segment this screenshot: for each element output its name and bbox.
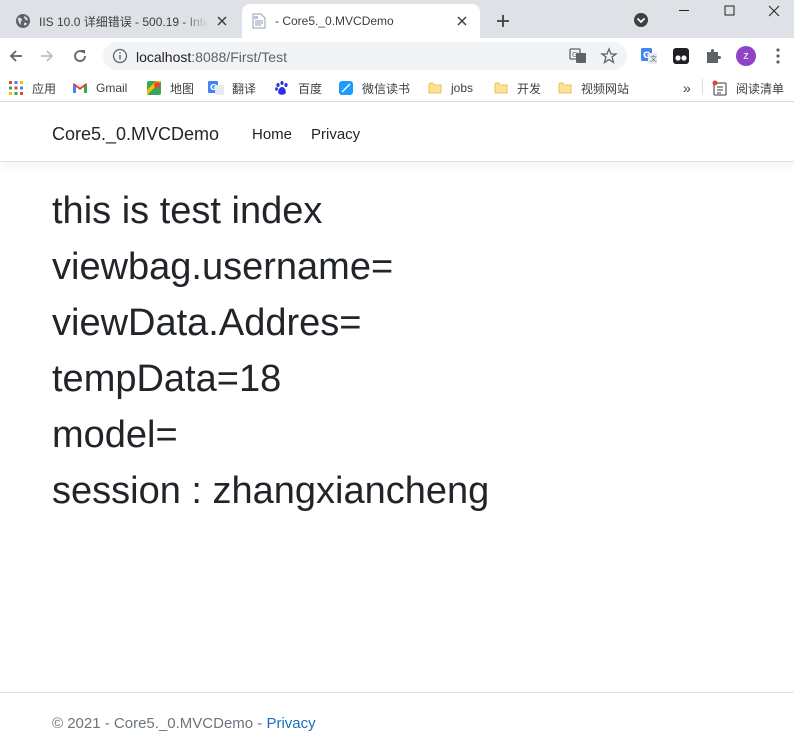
- new-tab-button[interactable]: [492, 10, 514, 32]
- bookmarks-bar: 应用 Gmail 地图 G 翻译 百度 微信读书 jobs 开发 视频网站 » …: [0, 74, 794, 102]
- extensions-puzzle-icon[interactable]: [703, 46, 723, 66]
- reading-list-button[interactable]: 阅读清单: [712, 79, 784, 97]
- more-menu-icon[interactable]: [768, 46, 788, 66]
- close-icon[interactable]: [214, 13, 230, 29]
- bookmark-label: 开发: [517, 81, 542, 96]
- bookmark-label: 微信读书: [362, 81, 411, 96]
- nav-home-link[interactable]: Home: [252, 126, 292, 143]
- footer-copyright: © 2021 - Core5._0.MVCDemo -: [52, 715, 267, 732]
- browser-toolbar: localhost:8088/First/Test G G文 z: [0, 38, 794, 74]
- google-translate-extension-icon[interactable]: G文: [639, 46, 659, 66]
- tab-search-icon[interactable]: [632, 11, 650, 29]
- globe-icon: [15, 13, 31, 29]
- svg-text:文: 文: [650, 54, 657, 63]
- reading-list-icon: [712, 80, 728, 96]
- tab-title: IIS 10.0 详细错误 - 500.19 - Internet Inform…: [39, 14, 208, 29]
- nav-privacy-link[interactable]: Privacy: [311, 126, 360, 143]
- url-host: localhost: [136, 49, 192, 65]
- star-icon[interactable]: [600, 47, 618, 65]
- page-icon: [251, 13, 267, 29]
- profile-avatar[interactable]: z: [736, 46, 756, 66]
- url-text[interactable]: localhost:8088/First/Test: [136, 49, 287, 65]
- bookmark-video-sites[interactable]: 视频网站: [557, 79, 629, 97]
- svg-text:G: G: [572, 51, 577, 59]
- bookmark-baidu[interactable]: 百度: [274, 79, 322, 97]
- heading-viewbag-username: viewbag.username=: [52, 246, 394, 288]
- apps-grid-icon: [8, 80, 24, 96]
- reading-list-label: 阅读清单: [736, 81, 785, 96]
- heading-model: model=: [52, 414, 178, 456]
- bookmark-label: 百度: [298, 81, 323, 96]
- bookmark-dev[interactable]: 开发: [493, 79, 541, 97]
- forward-button[interactable]: [35, 44, 59, 68]
- heading-tempdata: tempData=18: [52, 358, 282, 400]
- address-bar[interactable]: localhost:8088/First/Test G: [103, 42, 627, 70]
- tab-core5-demo[interactable]: - Core5._0.MVCDemo: [242, 4, 480, 38]
- back-button[interactable]: [4, 44, 28, 68]
- gmail-icon: [72, 80, 88, 96]
- bookmark-maps[interactable]: 地图: [146, 79, 194, 97]
- site-brand-link[interactable]: Core5._0.MVCDemo: [52, 124, 219, 145]
- bookmark-label: 地图: [170, 81, 195, 96]
- bookmark-weread[interactable]: 微信读书: [338, 79, 410, 97]
- footer-privacy-link[interactable]: Privacy: [266, 715, 315, 732]
- site-navbar: Core5._0.MVCDemo Home Privacy: [0, 103, 794, 162]
- heading-session: session : zhangxiancheng: [52, 470, 490, 512]
- close-icon[interactable]: [454, 13, 470, 29]
- bookmark-jobs[interactable]: jobs: [427, 79, 473, 97]
- tab-iis-error[interactable]: IIS 10.0 详细错误 - 500.19 - Internet Inform…: [6, 4, 240, 38]
- bookmark-label: jobs: [451, 81, 474, 95]
- heading-title: this is test index: [52, 190, 323, 232]
- bookmark-label: Gmail: [96, 81, 128, 95]
- bookmarks-overflow-button[interactable]: »: [683, 79, 691, 97]
- translate-icon[interactable]: G: [569, 47, 587, 65]
- baidu-paw-icon: [274, 80, 290, 96]
- close-window-button[interactable]: [752, 0, 794, 22]
- url-path: :8088/First/Test: [191, 49, 287, 65]
- main-content: this is test index viewbag.username= vie…: [52, 183, 489, 519]
- weread-icon: [338, 80, 354, 96]
- info-icon[interactable]: [112, 48, 128, 64]
- tampermonkey-extension-icon[interactable]: [671, 46, 691, 66]
- footer-text: © 2021 - Core5._0.MVCDemo - Privacy: [52, 715, 316, 732]
- site-footer: © 2021 - Core5._0.MVCDemo - Privacy: [0, 692, 794, 743]
- bookmark-gmail[interactable]: Gmail: [72, 79, 127, 97]
- translate-icon: G: [208, 80, 224, 96]
- maximize-button[interactable]: [708, 0, 752, 22]
- bookmark-apps[interactable]: 应用: [8, 79, 56, 97]
- folder-icon: [427, 80, 443, 96]
- bookmark-label: 应用: [32, 81, 57, 96]
- heading-viewdata-address: viewData.Addres=: [52, 302, 362, 344]
- folder-icon: [493, 80, 509, 96]
- web-page: Core5._0.MVCDemo Home Privacy this is te…: [0, 103, 794, 743]
- folder-icon: [557, 80, 573, 96]
- maps-icon: [146, 80, 162, 96]
- bookmark-label: 视频网站: [581, 81, 630, 96]
- reload-button[interactable]: [68, 44, 92, 68]
- tab-strip: IIS 10.0 详细错误 - 500.19 - Internet Inform…: [0, 0, 794, 38]
- minimize-button[interactable]: [662, 0, 706, 22]
- bookmark-translate[interactable]: G 翻译: [208, 79, 256, 97]
- tab-title: - Core5._0.MVCDemo: [275, 14, 394, 28]
- bookmark-label: 翻译: [232, 81, 257, 96]
- bookmarks-divider: [702, 79, 703, 95]
